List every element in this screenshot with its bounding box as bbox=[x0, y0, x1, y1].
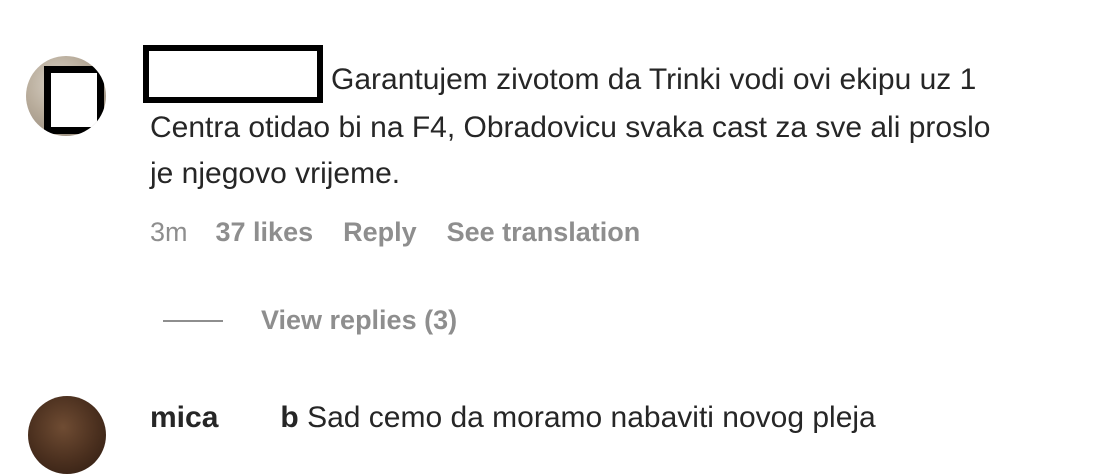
comment-timestamp: 3m bbox=[150, 217, 188, 247]
comment-item: Garantujem zivotom da Trinki vodi ovi ek… bbox=[0, 0, 1100, 360]
comment-text-line: je njegovo vrijeme. bbox=[150, 157, 401, 190]
username-start: mica bbox=[150, 401, 219, 434]
view-replies-button[interactable]: View replies (3) bbox=[261, 300, 457, 340]
comment-body: Sad cemo da moramo nabaviti novog pleja bbox=[307, 401, 876, 434]
reply-button[interactable]: Reply bbox=[343, 212, 417, 252]
comment-text-line: Garantujem zivotom da Trinki vodi ovi ek… bbox=[331, 63, 977, 96]
username-end: b bbox=[280, 401, 299, 434]
comment-username[interactable]: mica b bbox=[150, 401, 299, 434]
comment-meta: 3m 37 likes Reply See translation bbox=[150, 212, 640, 252]
comment-text-line: Centra otidao bi na F4, Obradovicu svaka… bbox=[150, 111, 991, 144]
avatar[interactable] bbox=[26, 56, 106, 136]
see-translation-button[interactable]: See translation bbox=[447, 212, 641, 252]
comment-text-line: mica b Sad cemo da moramo nabaviti novog … bbox=[150, 396, 876, 440]
redaction-box bbox=[44, 66, 104, 134]
likes-count-button[interactable]: 37 likes bbox=[216, 212, 314, 252]
username-redaction-box bbox=[143, 45, 323, 103]
replies-divider-line bbox=[163, 320, 223, 322]
avatar[interactable] bbox=[28, 396, 106, 474]
